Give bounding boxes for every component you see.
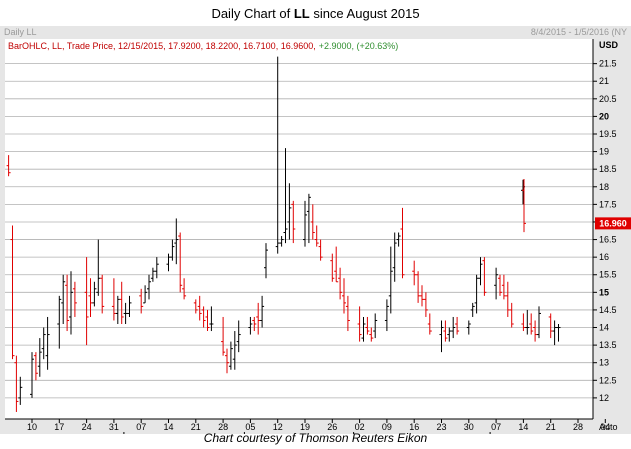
- ohlc-chart[interactable]: Daily LL 8/4/2015 - 1/5/2016 (NY BarOHLC…: [0, 26, 631, 434]
- y-tick-label: 12.5: [599, 375, 617, 385]
- currency-label: USD: [599, 40, 619, 50]
- y-tick-label: 13.5: [599, 340, 617, 350]
- info-change: +2.9000, (+20.63%): [319, 41, 399, 51]
- last-price-box: 16.960: [595, 217, 631, 230]
- plot-area[interactable]: [5, 39, 593, 419]
- y-tick-label: 20.5: [599, 94, 617, 104]
- y-tick-label: 14.5: [599, 305, 617, 315]
- last-price-value: 16.960: [599, 218, 627, 228]
- y-tick-label: 19: [599, 147, 609, 157]
- y-tick-label: 14: [599, 323, 609, 333]
- y-tick-label: 20: [599, 111, 609, 121]
- y-tick-label: 16: [599, 252, 609, 262]
- y-tick-label: 16.5: [599, 235, 617, 245]
- y-tick-label: 13: [599, 358, 609, 368]
- panel-range: 8/4/2015 - 1/5/2016 (NY: [531, 27, 627, 37]
- panel-name: Daily LL: [4, 27, 37, 37]
- y-tick-label: 18: [599, 182, 609, 192]
- y-tick-label: 21.5: [599, 59, 617, 69]
- chart-title: Daily Chart of LL since August 2015: [211, 6, 420, 21]
- y-tick-label: 15.5: [599, 270, 617, 280]
- y-tick-label: 15: [599, 287, 609, 297]
- y-axis-ticks: 1212.51313.51414.51515.51616.51717.51818…: [593, 59, 617, 403]
- info-line: BarOHLC, LL, Trade Price, 12/15/2015, 17…: [8, 41, 398, 51]
- info-values: BarOHLC, LL, Trade Price, 12/15/2015, 17…: [8, 41, 316, 51]
- y-tick-label: 12: [599, 393, 609, 403]
- y-tick-label: 21: [599, 76, 609, 86]
- chart-caption: Chart courtesy of Thomson Reuters Eikon: [203, 431, 428, 445]
- y-tick-label: 17.5: [599, 199, 617, 209]
- y-tick-label: 19.5: [599, 129, 617, 139]
- y-tick-label: 18.5: [599, 164, 617, 174]
